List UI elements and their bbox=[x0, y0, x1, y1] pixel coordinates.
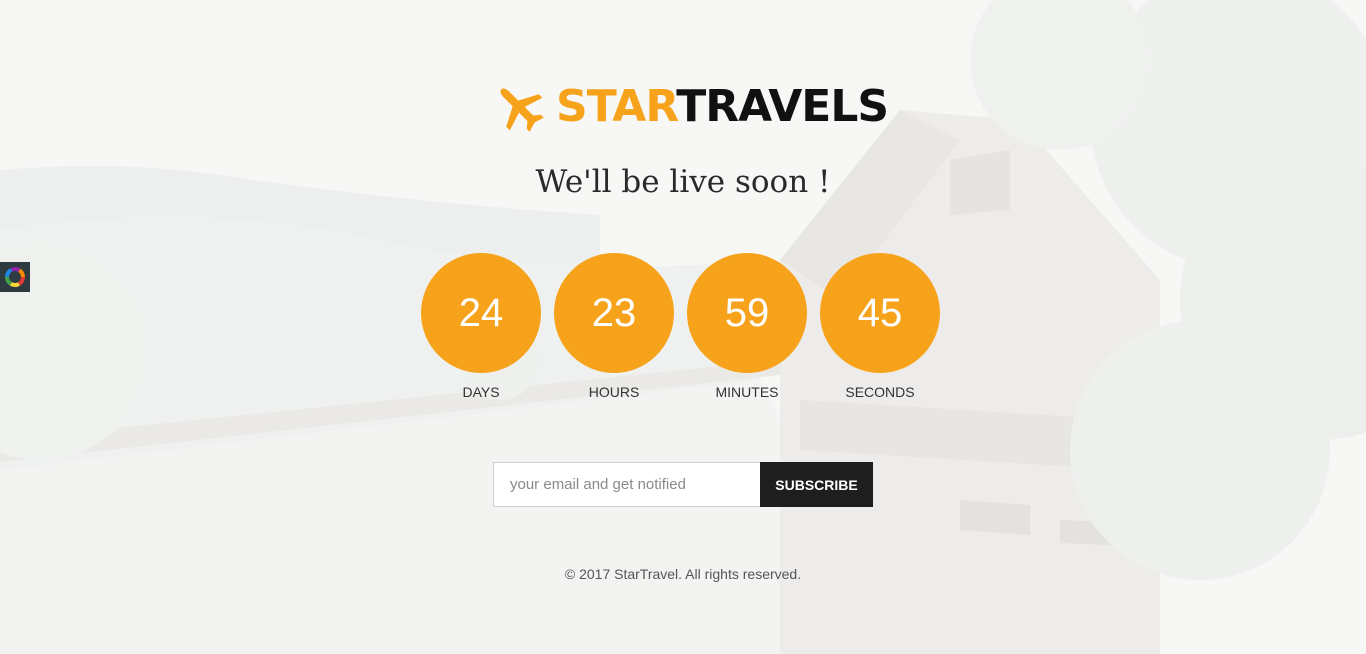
copyright-text: © 2017 StarTravel. All rights reserved. bbox=[564, 566, 802, 582]
tagline: We'll be live soon ! bbox=[535, 164, 831, 200]
airplane-icon bbox=[500, 88, 544, 132]
countdown-seconds-value: 45 bbox=[820, 253, 940, 373]
brand-name-star: STAR bbox=[556, 81, 677, 132]
countdown-hours-label: HOURS bbox=[588, 384, 640, 400]
color-switcher-toggle[interactable] bbox=[0, 262, 30, 292]
countdown-days: 24 DAYS bbox=[421, 253, 541, 401]
countdown-days-value: 24 bbox=[421, 253, 541, 373]
countdown-days-label: DAYS bbox=[462, 384, 500, 400]
countdown-seconds: 45 SECONDS bbox=[820, 253, 940, 401]
brand-name-travels: TRAVELS bbox=[676, 81, 889, 132]
countdown-hours-value: 23 bbox=[554, 253, 674, 373]
countdown-hours: 23 HOURS bbox=[554, 253, 674, 401]
countdown-seconds-label: SECONDS bbox=[845, 384, 915, 400]
brand-name: STARTRAVELS bbox=[556, 80, 889, 134]
email-input[interactable] bbox=[493, 462, 760, 507]
countdown-minutes-label: MINUTES bbox=[715, 384, 779, 400]
subscribe-form: SUBSCRIBE bbox=[493, 462, 873, 507]
countdown-minutes-value: 59 bbox=[687, 253, 807, 373]
subscribe-button[interactable]: SUBSCRIBE bbox=[760, 462, 873, 507]
countdown-minutes: 59 MINUTES bbox=[687, 253, 807, 401]
coming-soon-page: STARTRAVELS We'll be live soon ! 24 DAYS… bbox=[0, 0, 1366, 654]
color-wheel-icon bbox=[5, 267, 25, 287]
brand-logo[interactable]: STARTRAVELS bbox=[492, 80, 889, 134]
